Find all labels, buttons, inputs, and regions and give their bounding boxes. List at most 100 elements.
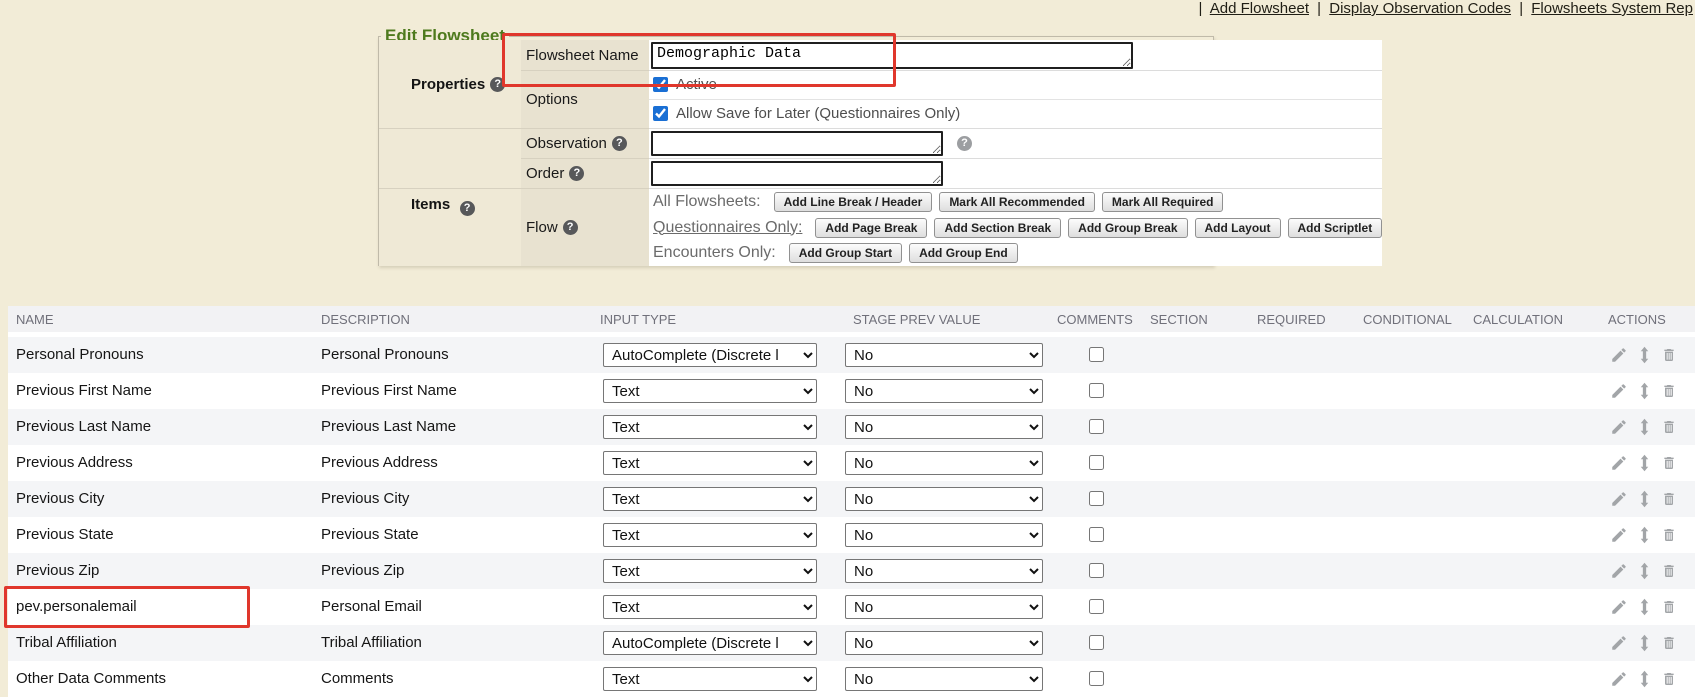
add-section-break-button[interactable]: Add Section Break xyxy=(934,218,1061,238)
stage-prev-value-select[interactable]: No xyxy=(845,343,1043,367)
column-header-section: SECTION xyxy=(1150,306,1208,332)
stage-prev-value-select[interactable]: No xyxy=(845,523,1043,547)
edit-pencil-icon[interactable] xyxy=(1610,382,1628,400)
options-row: Active Allow Save for Later (Questionnai… xyxy=(649,70,1382,128)
table-row: Previous First Name Previous First Name … xyxy=(8,373,1695,409)
add-group-end-button[interactable]: Add Group End xyxy=(909,243,1018,263)
nav-link-add-flowsheet[interactable]: Add Flowsheet xyxy=(1210,0,1309,17)
move-reorder-icon[interactable] xyxy=(1638,490,1651,508)
delete-trash-icon[interactable] xyxy=(1661,526,1677,544)
comments-checkbox[interactable] xyxy=(1089,563,1104,578)
comments-checkbox[interactable] xyxy=(1089,635,1104,650)
delete-trash-icon[interactable] xyxy=(1661,598,1677,616)
order-help-icon[interactable]: ? xyxy=(569,166,584,181)
options-label: Options xyxy=(521,70,649,128)
move-reorder-icon[interactable] xyxy=(1638,418,1651,436)
nav-link-flowsheets-system-report[interactable]: Flowsheets System Rep xyxy=(1531,0,1693,17)
stage-prev-value-select[interactable]: No xyxy=(845,595,1043,619)
comments-checkbox[interactable] xyxy=(1089,671,1104,686)
item-name: Personal Pronouns xyxy=(16,337,144,373)
edit-pencil-icon[interactable] xyxy=(1610,670,1628,688)
move-reorder-icon[interactable] xyxy=(1638,454,1651,472)
move-reorder-icon[interactable] xyxy=(1638,346,1651,364)
delete-trash-icon[interactable] xyxy=(1661,454,1677,472)
add-line-break-header-button[interactable]: Add Line Break / Header xyxy=(774,192,933,212)
item-description: Previous First Name xyxy=(321,373,457,409)
edit-pencil-icon[interactable] xyxy=(1610,454,1628,472)
edit-pencil-icon[interactable] xyxy=(1610,634,1628,652)
properties-help-icon[interactable]: ? xyxy=(490,77,505,92)
move-reorder-icon[interactable] xyxy=(1638,670,1651,688)
edit-pencil-icon[interactable] xyxy=(1610,418,1628,436)
move-reorder-icon[interactable] xyxy=(1638,598,1651,616)
add-layout-button[interactable]: Add Layout xyxy=(1195,218,1281,238)
stage-prev-value-select[interactable]: No xyxy=(845,631,1043,655)
comments-checkbox[interactable] xyxy=(1089,383,1104,398)
delete-trash-icon[interactable] xyxy=(1661,562,1677,580)
item-name: Previous Zip xyxy=(16,553,99,589)
edit-pencil-icon[interactable] xyxy=(1610,490,1628,508)
comments-checkbox[interactable] xyxy=(1089,599,1104,614)
delete-trash-icon[interactable] xyxy=(1661,418,1677,436)
stage-prev-value-select[interactable]: No xyxy=(845,487,1043,511)
option-active: Active xyxy=(649,71,1382,100)
move-reorder-icon[interactable] xyxy=(1638,526,1651,544)
stage-prev-value-select[interactable]: No xyxy=(845,415,1043,439)
comments-checkbox[interactable] xyxy=(1089,455,1104,470)
observation-field-help-icon[interactable]: ? xyxy=(957,136,972,151)
input-type-select[interactable]: Text xyxy=(603,559,817,583)
input-type-select[interactable]: Text xyxy=(603,667,817,691)
delete-trash-icon[interactable] xyxy=(1661,490,1677,508)
allow-save-checkbox[interactable] xyxy=(653,106,668,121)
input-type-select[interactable]: Text xyxy=(603,451,817,475)
flow-help-icon[interactable]: ? xyxy=(563,220,578,235)
input-type-select[interactable]: AutoComplete (Discrete l xyxy=(603,343,817,367)
table-row: Tribal Affiliation Tribal Affiliation Au… xyxy=(8,625,1695,661)
delete-trash-icon[interactable] xyxy=(1661,382,1677,400)
edit-flowsheet-form: Properties ? Items ? Flowsheet Name Opti… xyxy=(379,40,1213,266)
input-type-select[interactable]: Text xyxy=(603,415,817,439)
table-row: Personal Pronouns Personal Pronouns Auto… xyxy=(8,337,1695,373)
item-name: Previous City xyxy=(16,481,104,517)
edit-pencil-icon[interactable] xyxy=(1610,346,1628,364)
edit-pencil-icon[interactable] xyxy=(1610,526,1628,544)
add-scriptlet-button[interactable]: Add Scriptlet xyxy=(1288,218,1383,238)
input-type-select[interactable]: Text xyxy=(603,523,817,547)
comments-checkbox[interactable] xyxy=(1089,347,1104,362)
items-help-icon[interactable]: ? xyxy=(460,201,475,216)
stage-prev-value-select[interactable]: No xyxy=(845,451,1043,475)
input-type-select[interactable]: Text xyxy=(603,379,817,403)
delete-trash-icon[interactable] xyxy=(1661,634,1677,652)
stage-prev-value-select[interactable]: No xyxy=(845,667,1043,691)
move-reorder-icon[interactable] xyxy=(1638,634,1651,652)
flowsheet-name-input[interactable]: Demographic Data xyxy=(651,42,1133,69)
nav-link-display-observation-codes[interactable]: Display Observation Codes xyxy=(1329,0,1511,17)
add-group-start-button[interactable]: Add Group Start xyxy=(789,243,902,263)
delete-trash-icon[interactable] xyxy=(1661,670,1677,688)
item-description: Previous Last Name xyxy=(321,409,456,445)
comments-checkbox[interactable] xyxy=(1089,527,1104,542)
active-checkbox[interactable] xyxy=(653,77,668,92)
edit-pencil-icon[interactable] xyxy=(1610,562,1628,580)
table-header: NAME DESCRIPTION INPUT TYPE STAGE PREV V… xyxy=(8,306,1695,332)
column-header-actions: ACTIONS xyxy=(1608,306,1666,332)
add-group-break-button[interactable]: Add Group Break xyxy=(1068,218,1187,238)
input-type-select[interactable]: Text xyxy=(603,595,817,619)
mark-all-recommended-button[interactable]: Mark All Recommended xyxy=(939,192,1095,212)
add-page-break-button[interactable]: Add Page Break xyxy=(815,218,927,238)
input-type-select[interactable]: AutoComplete (Discrete l xyxy=(603,631,817,655)
delete-trash-icon[interactable] xyxy=(1661,346,1677,364)
observation-input[interactable] xyxy=(651,131,943,156)
comments-checkbox[interactable] xyxy=(1089,419,1104,434)
move-reorder-icon[interactable] xyxy=(1638,562,1651,580)
mark-all-required-button[interactable]: Mark All Required xyxy=(1102,192,1224,212)
order-input[interactable] xyxy=(651,161,943,186)
comments-checkbox[interactable] xyxy=(1089,491,1104,506)
edit-pencil-icon[interactable] xyxy=(1610,598,1628,616)
observation-help-icon[interactable]: ? xyxy=(612,136,627,151)
input-type-select[interactable]: Text xyxy=(603,487,817,511)
stage-prev-value-select[interactable]: No xyxy=(845,559,1043,583)
flow-group-encounters-only: Encounters Only: Add Group Start Add Gro… xyxy=(649,240,1382,266)
stage-prev-value-select[interactable]: No xyxy=(845,379,1043,403)
move-reorder-icon[interactable] xyxy=(1638,382,1651,400)
